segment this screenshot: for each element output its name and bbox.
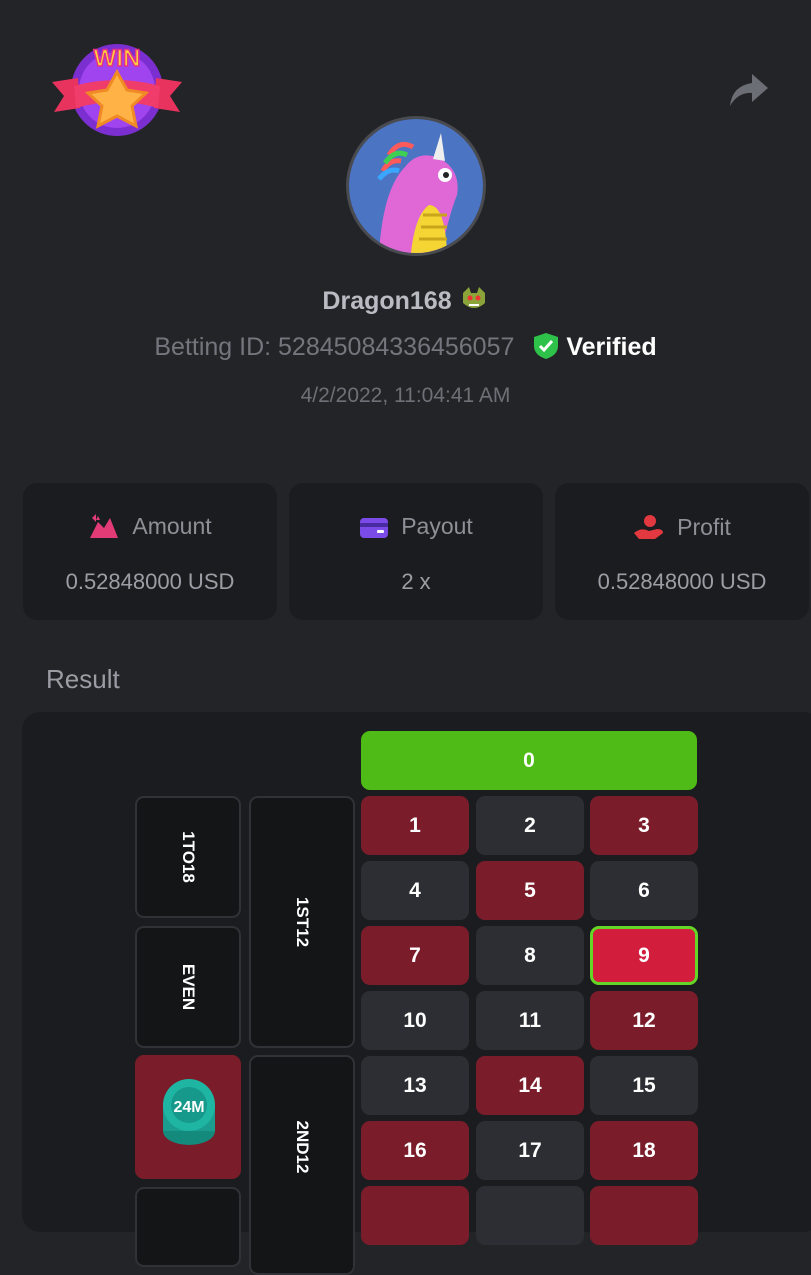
player-username: Dragon168 — [0, 285, 811, 316]
payout-value: 2 x — [401, 569, 431, 594]
number-cell-11: 11 — [476, 991, 584, 1050]
profit-value: 0.52848000 USD — [597, 569, 767, 594]
payout-card-icon — [360, 518, 389, 538]
dragon-emoji-icon — [462, 287, 485, 308]
number-cell-10: 10 — [361, 991, 469, 1050]
number-cell — [590, 1186, 698, 1245]
amount-label: Amount — [132, 513, 212, 539]
number-cell-9: 9 — [590, 926, 698, 985]
username-text: Dragon168 — [322, 287, 452, 315]
profit-label-row: Profit — [555, 513, 809, 541]
number-cell-14: 14 — [476, 1056, 584, 1115]
amount-card: Amount 0.52848000 USD — [23, 483, 277, 620]
dozen-1st12: 1ST12 — [249, 796, 355, 1048]
side-bet-next — [135, 1187, 241, 1267]
dozen-2nd12: 2ND12 — [249, 1055, 355, 1275]
number-cell-13: 13 — [361, 1056, 469, 1115]
poker-chip-icon: 24M — [163, 1079, 215, 1145]
number-cell-12: 12 — [590, 991, 698, 1050]
result-title: Result — [46, 664, 120, 694]
verified-label: Verified — [566, 333, 657, 361]
number-cell-1: 1 — [361, 796, 469, 855]
dozen-2nd12-label: 2ND12 — [293, 1120, 312, 1174]
profit-hand-icon — [634, 515, 664, 539]
number-cell-18: 18 — [590, 1121, 698, 1180]
payout-label: Payout — [401, 513, 473, 539]
number-cell — [361, 1186, 469, 1245]
number-cell-8: 8 — [476, 926, 584, 985]
dragon-avatar-icon — [349, 119, 483, 253]
profit-label: Profit — [677, 514, 731, 540]
number-cell-15: 15 — [590, 1056, 698, 1115]
payout-label-row: Payout — [289, 513, 543, 540]
roulette-board: 0 1TO18 EVEN 24M 1ST12 2ND12 1 2 3 4 5 6 7 8 9 10… — [22, 712, 811, 1275]
bet-timestamp: 4/2/2022, 11:04:41 AM — [300, 384, 511, 407]
betting-id-text: Betting ID: 52845084336456057 — [154, 333, 515, 361]
number-cell-17: 17 — [476, 1121, 584, 1180]
chip-label: 24M — [173, 1099, 204, 1116]
amount-icon — [90, 514, 119, 538]
win-badge-icon: WIN — [52, 44, 182, 136]
profit-card: Profit 0.52848000 USD — [555, 483, 809, 620]
number-cell — [476, 1186, 584, 1245]
number-cell-16: 16 — [361, 1121, 469, 1180]
verified-shield-icon — [534, 333, 559, 359]
side-bet-1to18: 1TO18 — [135, 796, 241, 918]
side-bet-even-label: EVEN — [179, 963, 198, 1011]
side-bet-even: EVEN — [135, 926, 241, 1048]
payout-card: Payout 2 x — [289, 483, 543, 620]
number-cell-7: 7 — [361, 926, 469, 985]
amount-label-row: Amount — [23, 513, 277, 540]
number-cell-3: 3 — [590, 796, 698, 855]
number-cell-2: 2 — [476, 796, 584, 855]
win-badge-text: WIN — [94, 45, 141, 72]
dozen-1st12-label: 1ST12 — [293, 896, 312, 948]
number-cell-zero: 0 — [361, 731, 697, 790]
share-arrow-icon[interactable] — [728, 68, 770, 110]
betting-id-row: Betting ID: 52845084336456057 Verified — [0, 332, 811, 362]
amount-value: 0.52848000 USD — [65, 569, 235, 594]
side-bet-red-with-chip: 24M — [135, 1055, 241, 1179]
number-cell-6: 6 — [590, 861, 698, 920]
number-cell-5: 5 — [476, 861, 584, 920]
avatar — [346, 116, 486, 256]
side-bet-1to18-label: 1TO18 — [179, 831, 198, 883]
number-cell-4: 4 — [361, 861, 469, 920]
